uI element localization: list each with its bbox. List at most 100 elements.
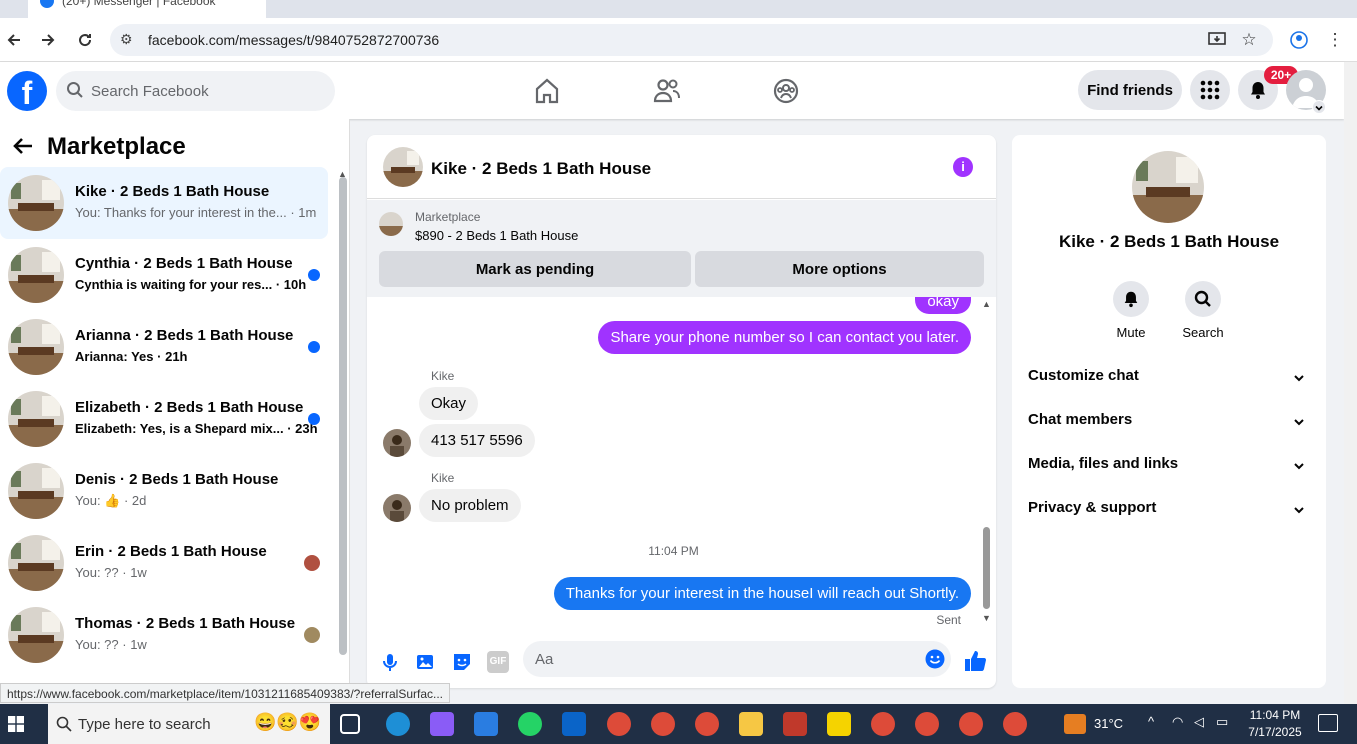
microphone-icon[interactable]	[379, 651, 401, 673]
chrome-icon[interactable]	[695, 712, 719, 736]
info-icon[interactable]: i	[953, 157, 973, 177]
file-explorer-icon[interactable]	[739, 712, 763, 736]
back-arrow-icon[interactable]	[12, 135, 34, 163]
battery-icon[interactable]: ▭	[1216, 714, 1228, 730]
friends-icon[interactable]	[652, 76, 682, 106]
chrome-icon[interactable]	[607, 712, 631, 736]
message-bubble-outgoing[interactable]: Share your phone number so I can contact…	[598, 321, 971, 354]
profile-icon[interactable]	[1287, 28, 1311, 52]
whatsapp-icon[interactable]	[518, 712, 542, 736]
message-bubble-incoming[interactable]: Okay	[419, 387, 479, 420]
conversation-preview: Elizabeth: Yes, is a Shepard mix... · 23…	[75, 421, 318, 436]
chrome-icon[interactable]	[1003, 712, 1027, 736]
chrome-icon[interactable]	[915, 712, 939, 736]
conversation-item[interactable]: Denis · 2 Beds 1 Bath House You: 👍 · 2d	[0, 455, 328, 527]
clock[interactable]: 11:04 PM 7/17/2025	[1242, 707, 1308, 741]
media-files-links-section[interactable]: Media, files and links	[1028, 455, 1310, 479]
browser-menu-icon[interactable]: ⋮	[1323, 28, 1347, 52]
sticker-icon[interactable]	[451, 651, 473, 673]
chat-members-section[interactable]: Chat members	[1028, 411, 1310, 435]
app-icon[interactable]	[783, 712, 807, 736]
photo-icon[interactable]	[415, 651, 437, 673]
mute-button[interactable]: Mute	[1101, 281, 1161, 340]
chrome-icon[interactable]	[651, 712, 675, 736]
privacy-support-section[interactable]: Privacy & support	[1028, 499, 1310, 523]
mark-as-pending-button[interactable]: Mark as pending	[379, 251, 691, 287]
sticky-notes-icon[interactable]	[827, 712, 851, 736]
conversation-scrollbar[interactable]	[339, 177, 347, 655]
wifi-icon[interactable]: ◠	[1172, 714, 1183, 730]
chevron-up-icon[interactable]: ^	[1148, 714, 1154, 729]
temperature[interactable]: 31°C	[1094, 716, 1123, 731]
conversation-item[interactable]: Erin · 2 Beds 1 Bath House You: ?? · 1w	[0, 527, 328, 599]
facebook-favicon-icon	[40, 0, 54, 8]
browser-tab[interactable]: (20+) Messenger | Facebook	[28, 0, 266, 18]
facebook-search-input[interactable]: Search Facebook	[56, 71, 335, 111]
conversation-item[interactable]: Elizabeth · 2 Beds 1 Bath House Elizabeth…	[0, 383, 328, 455]
preview-text: Arianna: Yes	[75, 349, 154, 364]
scroll-down-icon[interactable]: ▼	[982, 613, 991, 623]
scroll-up-icon[interactable]: ▲	[338, 169, 347, 179]
chat-avatar[interactable]	[383, 147, 423, 187]
search-in-chat-button[interactable]: Search	[1173, 281, 1233, 340]
profile-avatar[interactable]	[1132, 151, 1204, 223]
conversation-name: Arianna · 2 Beds 1 Bath House	[75, 327, 294, 344]
groups-icon[interactable]	[771, 76, 801, 106]
clock-time: 11:04 PM	[1249, 708, 1301, 722]
message-bubble-incoming[interactable]: No problem	[419, 489, 521, 522]
site-settings-icon[interactable]: ⚙	[120, 31, 133, 48]
thumbs-up-icon[interactable]	[963, 649, 986, 671]
section-label: Media, files and links	[1028, 455, 1179, 472]
address-bar[interactable]: ⚙ facebook.com/messages/t/98407528727007…	[110, 24, 1273, 56]
listing-title[interactable]: $890 - 2 Beds 1 Bath House	[415, 228, 578, 243]
account-chevron-down-icon[interactable]	[1312, 100, 1326, 114]
taskbar-search[interactable]: Type here to search 😄🥴😍	[48, 704, 330, 744]
preview-time: · 10h	[275, 277, 307, 292]
page-scrollbar[interactable]	[1344, 62, 1357, 704]
task-view-icon[interactable]	[340, 714, 360, 734]
more-options-button[interactable]: More options	[695, 251, 984, 287]
preview-time: · 1w	[122, 565, 147, 580]
outlook-icon[interactable]	[562, 712, 586, 736]
conversation-preview: You: ?? · 1w	[75, 565, 147, 580]
conversation-item[interactable]: Cynthia · 2 Beds 1 Bath House Cynthia is …	[0, 239, 328, 311]
emoji-icon[interactable]	[925, 649, 945, 674]
sender-avatar[interactable]	[383, 429, 411, 457]
store-icon[interactable]	[474, 712, 498, 736]
message-bubble-incoming[interactable]: 413 517 5596	[419, 424, 535, 457]
home-icon[interactable]	[532, 76, 562, 106]
chrome-icon[interactable]	[871, 712, 895, 736]
conversation-item[interactable]: Arianna · 2 Beds 1 Bath House Arianna: Ye…	[0, 311, 328, 383]
message-bubble-outgoing[interactable]: okay	[915, 297, 971, 314]
profile-name[interactable]: Kike · 2 Beds 1 Bath House	[1012, 232, 1326, 252]
copilot-icon[interactable]	[430, 712, 454, 736]
sender-avatar[interactable]	[383, 494, 411, 522]
weather-icon[interactable]	[1064, 714, 1086, 734]
section-label: Privacy & support	[1028, 499, 1157, 516]
notification-center-icon[interactable]	[1318, 714, 1338, 732]
find-friends-button[interactable]: Find friends	[1078, 70, 1182, 110]
bookmark-star-icon[interactable]: ☆	[1237, 28, 1261, 52]
chat-title[interactable]: Kike · 2 Beds 1 Bath House	[431, 159, 651, 179]
conversation-thumbnail	[8, 391, 64, 447]
windows-start-icon[interactable]	[8, 716, 24, 737]
customize-chat-section[interactable]: Customize chat	[1028, 367, 1310, 391]
facebook-logo[interactable]: f	[7, 71, 47, 111]
edge-icon[interactable]	[386, 712, 410, 736]
gif-icon[interactable]: GIF	[487, 651, 509, 673]
back-icon[interactable]	[2, 28, 26, 52]
reload-icon[interactable]	[73, 28, 97, 52]
status-bar-url: https://www.facebook.com/marketplace/ite…	[0, 683, 451, 703]
conversation-item[interactable]: Kike · 2 Beds 1 Bath House You: Thanks fo…	[0, 167, 328, 239]
conversation-item[interactable]: Thomas · 2 Beds 1 Bath House You: ?? · 1w	[0, 599, 328, 671]
message-bubble-outgoing[interactable]: Thanks for your interest in the houseI w…	[553, 577, 971, 610]
menu-grid-icon[interactable]	[1190, 70, 1230, 110]
conversation-thumbnail	[8, 463, 64, 519]
install-app-icon[interactable]	[1205, 28, 1229, 52]
chrome-icon[interactable]	[959, 712, 983, 736]
forward-icon[interactable]	[36, 28, 60, 52]
scroll-up-icon[interactable]: ▲	[982, 299, 991, 309]
chat-scrollbar[interactable]	[983, 527, 990, 609]
volume-icon[interactable]: ◁	[1194, 714, 1204, 730]
message-input[interactable]: Aa	[523, 641, 951, 677]
